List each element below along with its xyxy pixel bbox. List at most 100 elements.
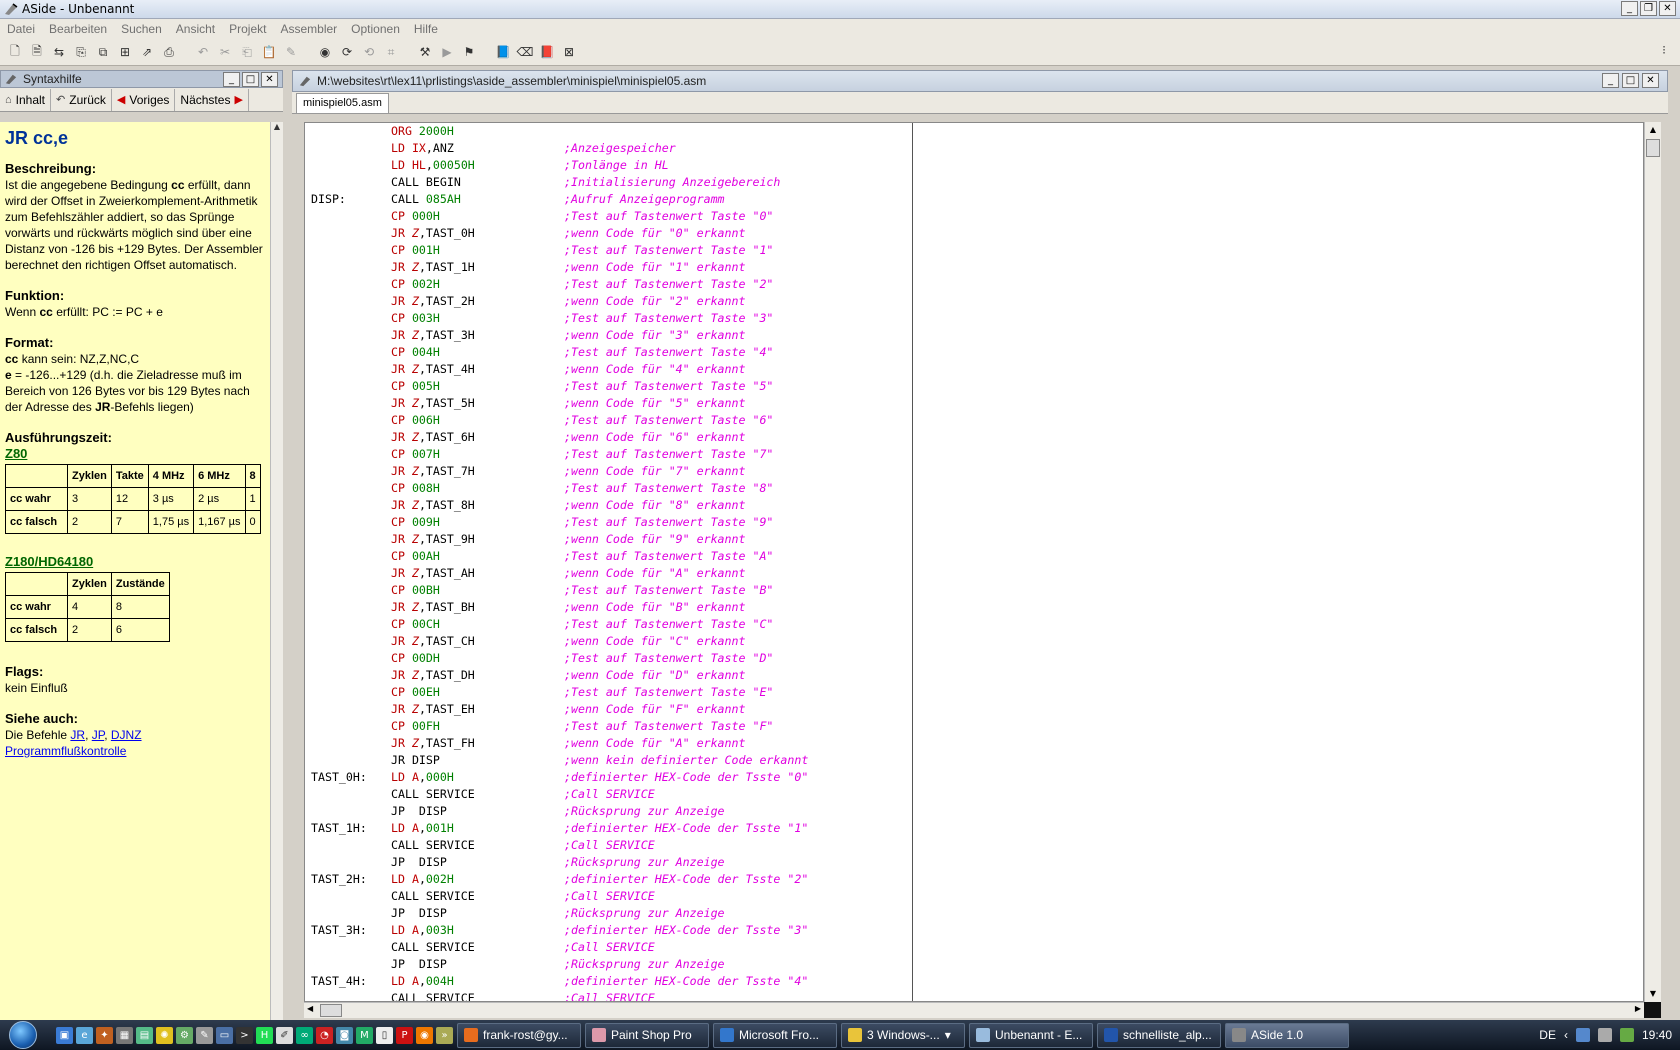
help-close-button[interactable]: ✕ <box>261 72 278 87</box>
scroll-up-icon[interactable]: ▲ <box>1645 122 1661 138</box>
minimize-button[interactable]: _ <box>1621 1 1638 16</box>
goto-icon[interactable]: ⌗ <box>382 43 400 61</box>
page-icon[interactable]: ▯ <box>376 1026 393 1044</box>
tools-icon[interactable]: ⚙ <box>176 1026 193 1044</box>
scroll-left-icon[interactable]: ◀ <box>307 1004 313 1013</box>
volume-icon[interactable] <box>1597 1028 1612 1042</box>
cmd-icon[interactable]: > <box>236 1026 253 1044</box>
help-index-icon[interactable]: 📕 <box>538 43 556 61</box>
desktop-icon[interactable]: ▣ <box>56 1026 73 1044</box>
app2-icon[interactable]: ◙ <box>336 1026 353 1044</box>
edit-icon[interactable]: ✎ <box>282 43 300 61</box>
save-icon[interactable]: ⧉ <box>94 43 112 61</box>
notes-icon[interactable]: ▤ <box>136 1026 153 1044</box>
clock[interactable]: 19:40 <box>1642 1028 1672 1042</box>
replace-icon[interactable]: ⟳ <box>338 43 356 61</box>
help-minimize-button[interactable]: _ <box>223 72 240 87</box>
task-aside[interactable]: ASide 1.0 <box>1225 1022 1349 1048</box>
menu-ansicht[interactable]: Ansicht <box>169 22 222 36</box>
scroll-thumb[interactable] <box>1646 139 1660 157</box>
assemble-icon[interactable]: ⚒ <box>416 43 434 61</box>
editor-minimize-button[interactable]: _ <box>1602 73 1619 88</box>
mnemonic: LD <box>391 923 412 937</box>
link-programmflusskontrolle[interactable]: Programmflußkontrolle <box>5 744 126 758</box>
new-file-icon[interactable]: 🗋 <box>6 43 24 61</box>
find-next-icon[interactable]: ⟲ <box>360 43 378 61</box>
editor-horizontal-scrollbar[interactable]: ◀ ▶ <box>304 1002 1644 1018</box>
doc-icon[interactable]: ✐ <box>276 1026 293 1044</box>
pdf-icon[interactable]: P <box>396 1026 413 1044</box>
export-icon[interactable]: ⇗ <box>138 43 156 61</box>
cut-icon[interactable]: ✂ <box>216 43 234 61</box>
code-editor[interactable]: ORG 2000H LD IX,ANZ ;Anzeigespeicher LD HL,… <box>304 122 1644 1002</box>
m-icon[interactable]: M <box>356 1026 373 1044</box>
toolbar-grip-icon[interactable]: ⁝ <box>1662 43 1666 57</box>
new-doc-icon[interactable]: 🗎 <box>28 43 46 61</box>
hscroll-thumb[interactable] <box>320 1004 342 1017</box>
scroll-down-icon[interactable]: ▼ <box>1645 986 1661 1002</box>
editor-vertical-scrollbar[interactable]: ▲ ▼ <box>1644 122 1661 1002</box>
menu-optionen[interactable]: Optionen <box>344 22 407 36</box>
copy-icon[interactable]: ⎗ <box>238 43 256 61</box>
arduino-icon[interactable]: ∞ <box>296 1026 313 1044</box>
operand: ,TAST_AH <box>418 566 475 580</box>
panel-splitter[interactable] <box>283 70 292 1020</box>
close-button[interactable]: ✕ <box>1659 1 1676 16</box>
help-maximize-button[interactable]: □ <box>242 72 259 87</box>
help-next-button[interactable]: Nächstes ▶ <box>175 88 249 111</box>
calc-icon[interactable]: ▦ <box>116 1026 133 1044</box>
app-icon[interactable]: ✦ <box>96 1026 113 1044</box>
open-project-icon[interactable]: ⎘ <box>72 43 90 61</box>
open-icon[interactable]: ⇆ <box>50 43 68 61</box>
quick-more-icon[interactable]: » <box>436 1026 453 1044</box>
menu-bearbeiten[interactable]: Bearbeiten <box>42 22 114 36</box>
task-thunderbird[interactable]: frank-rost@gy... <box>457 1022 581 1048</box>
operand: BEGIN <box>425 175 461 189</box>
find-icon[interactable]: ◉ <box>316 43 334 61</box>
security-icon[interactable] <box>1619 1028 1634 1042</box>
chart-icon[interactable]: ◔ <box>316 1026 333 1044</box>
save-all-icon[interactable]: ⊞ <box>116 43 134 61</box>
maximize-button[interactable]: ❐ <box>1640 1 1657 16</box>
start-button[interactable] <box>0 1020 46 1050</box>
menu-assembler[interactable]: Assembler <box>273 22 344 36</box>
editor-maximize-button[interactable]: □ <box>1622 73 1639 88</box>
task-editor[interactable]: Unbenannt - E... <box>969 1022 1093 1048</box>
tab-minispiel05[interactable]: minispiel05.asm <box>296 93 389 113</box>
link-jp[interactable]: JP <box>92 728 104 742</box>
menu-projekt[interactable]: Projekt <box>222 22 273 36</box>
ie-icon[interactable]: e <box>76 1026 93 1044</box>
link-jr[interactable]: JR <box>70 728 85 742</box>
h-icon[interactable]: H <box>256 1026 273 1044</box>
monitor-icon[interactable]: ▭ <box>216 1026 233 1044</box>
menu-suchen[interactable]: Suchen <box>114 22 169 36</box>
language-indicator[interactable]: DE <box>1539 1028 1556 1042</box>
print-icon[interactable]: ⎙ <box>160 43 178 61</box>
help-contents-button[interactable]: ⌂ Inhalt <box>0 88 52 111</box>
help-book-icon[interactable]: 📘 <box>494 43 512 61</box>
link-djnz[interactable]: DJNZ <box>111 728 142 742</box>
paste-icon[interactable]: 📋 <box>260 43 278 61</box>
firefox-icon[interactable]: ◉ <box>416 1026 433 1044</box>
network-icon[interactable] <box>1575 1028 1590 1042</box>
undo-icon[interactable]: ↶ <box>194 43 212 61</box>
menu-hilfe[interactable]: Hilfe <box>407 22 445 36</box>
run-icon[interactable]: ▶ <box>438 43 456 61</box>
help-scrollbar[interactable]: ▲ <box>270 122 283 1020</box>
task-word-document[interactable]: schnelliste_alp... <box>1097 1022 1221 1048</box>
sun-icon[interactable]: ✺ <box>156 1026 173 1044</box>
scroll-right-icon[interactable]: ▶ <box>1635 1004 1641 1013</box>
help-back-button[interactable]: ↶ Zurück <box>51 88 112 111</box>
task-microsoft-frontpage[interactable]: Microsoft Fro... <box>713 1022 837 1048</box>
pen-icon[interactable]: ✎ <box>196 1026 213 1044</box>
debug-icon[interactable]: ⚑ <box>460 43 478 61</box>
tray-expand-icon[interactable]: ‹ <box>1564 1028 1568 1042</box>
help-close-icon[interactable]: ⊠ <box>560 43 578 61</box>
task-paint-shop-pro[interactable]: Paint Shop Pro <box>585 1022 709 1048</box>
help-prev-button[interactable]: ◀ Voriges <box>112 88 176 111</box>
menu-datei[interactable]: Datei <box>0 22 42 36</box>
help-eraser-icon[interactable]: ⌫ <box>516 43 534 61</box>
editor-close-button[interactable]: ✕ <box>1642 73 1659 88</box>
scroll-up-icon[interactable]: ▲ <box>271 122 283 131</box>
task-windows-explorer[interactable]: 3 Windows-... ▾ <box>841 1022 965 1048</box>
